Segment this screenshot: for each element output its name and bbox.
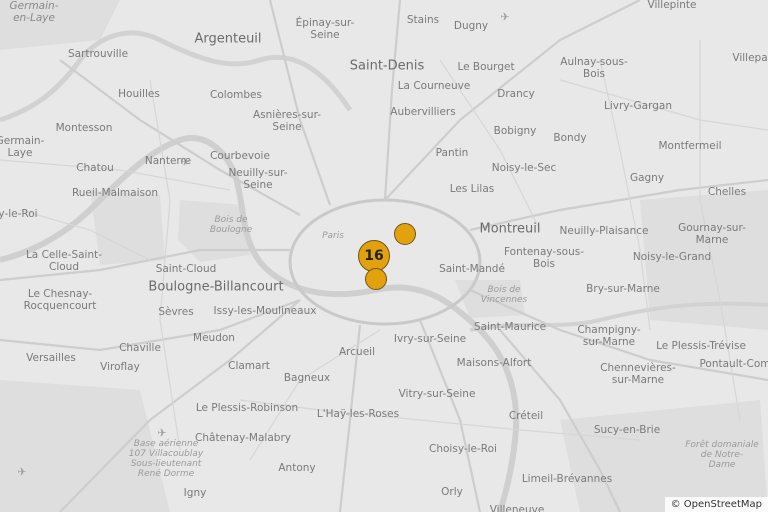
place-label: La Courneuve (397, 80, 471, 92)
airport-icon: ✈ (157, 426, 167, 440)
place-label: Gournay-sur- Marne (678, 222, 746, 246)
place-label: Saint-Maurice (473, 321, 547, 333)
place-label: Bry-sur-Marne (586, 283, 660, 295)
park-label: Bois de Vincennes (480, 285, 528, 305)
place-label: Chelles (707, 186, 747, 198)
place-label: Le Plessis-Robinson (195, 402, 299, 414)
place-label: L'Haÿ-les-Roses (316, 408, 400, 420)
place-label: Colombes (210, 89, 262, 101)
place-label: Courbevoie (210, 150, 270, 162)
place-label: Clamart (228, 360, 270, 372)
place-label: Aulnay-sous- Bois (560, 56, 628, 80)
place-label: Bondy (553, 132, 587, 144)
place-label: Châtenay-Malabry (195, 432, 291, 444)
place-label: y-le-Roi (0, 208, 38, 220)
place-label: Arcueil (339, 346, 375, 358)
place-label: Rueil-Malmaison (71, 187, 159, 199)
place-label: Germain- Laye (0, 135, 45, 159)
place-label: Montfermeil (658, 140, 722, 152)
place-label: Antony (278, 462, 316, 474)
place-label: Limeil-Brévannes (521, 473, 613, 485)
park-label: Bois de Boulogne (209, 215, 253, 235)
place-label: Sucy-en-Brie (593, 424, 661, 436)
cluster-count: 16 (364, 248, 384, 264)
place-label: Montesson (55, 122, 113, 134)
place-label: Sartrouville (67, 48, 129, 60)
place-label: Base aérienne 107 Villacoublay Sous-lieu… (128, 439, 204, 479)
place-label: Maisons-Alfort (456, 357, 532, 369)
place-label: Bagneux (283, 372, 331, 384)
map-marker[interactable] (394, 223, 416, 245)
place-label: Les Lilas (449, 183, 495, 195)
airport-icon: ✈ (500, 10, 510, 24)
place-label: Bobigny (493, 125, 537, 137)
place-label: Livry-Gargan (604, 100, 672, 112)
place-label: Issy-les-Moulineaux (213, 305, 317, 317)
place-label: Champigny- sur-Marne (577, 324, 641, 348)
place-label: Villepinte (647, 0, 697, 11)
place-label: Nanterre (144, 155, 192, 167)
place-label: Boulogne-Billancourt (148, 279, 284, 295)
place-label: Montreuil (479, 221, 541, 237)
place-label: Meudon (193, 332, 235, 344)
place-label: Stains (406, 14, 440, 26)
place-label: Dugny (453, 20, 489, 32)
place-label: Sèvres (158, 306, 194, 318)
place-label: Viroflay (100, 361, 140, 373)
airport-icon: ✈ (17, 465, 27, 479)
place-label: Épinay-sur- Seine (295, 17, 355, 41)
place-label: Fontenay-sous- Bois (503, 246, 585, 270)
place-label: Le Plessis-Trévise (656, 340, 746, 352)
place-label: Créteil (508, 410, 544, 422)
place-label: Argenteuil (194, 31, 262, 47)
forest-label: Forêt domaniale de Notre- Dame (685, 440, 759, 470)
place-label: Noisy-le-Sec (491, 162, 557, 174)
place-label: Pantin (435, 147, 469, 159)
map-canvas[interactable]: ✈ ✈ ✈ ✈ Germain- en-Laye Villepinte Vill… (0, 0, 768, 512)
place-label: Aubervilliers (390, 106, 456, 118)
place-label: Vitry-sur-Seine (398, 388, 476, 400)
place-label: Chatou (76, 162, 114, 174)
place-label: Chaville (119, 342, 161, 354)
place-label: Saint-Mandé (439, 263, 505, 275)
place-label: Le Bourget (457, 61, 515, 73)
place-label: Neuilly-sur- Seine (228, 167, 288, 191)
place-label: Villeneuve (489, 504, 545, 512)
place-label: Germain- en-Laye (9, 0, 59, 24)
place-label: Drancy (497, 88, 535, 100)
place-label: Pontault-Com (699, 358, 768, 370)
place-label: La Celle-Saint- Cloud (25, 249, 103, 273)
place-label: Villepa (732, 52, 768, 64)
map-marker[interactable] (365, 268, 387, 290)
place-label: Neuilly-Plaisance (559, 225, 649, 237)
place-label: Asnières-sur- Seine (252, 109, 322, 133)
place-label: Paris (322, 231, 344, 241)
place-label: Orly (441, 486, 463, 498)
place-label: Saint-Denis (349, 58, 425, 74)
place-label: Saint-Cloud (155, 263, 217, 275)
place-label: Gagny (629, 172, 665, 184)
place-label: Versailles (26, 352, 76, 364)
place-label: Choisy-le-Roi (429, 443, 497, 455)
place-label: Le Chesnay- Rocquencourt (23, 288, 97, 312)
place-label: Chennevières- sur-Marne (600, 362, 676, 386)
place-label: Houilles (118, 88, 160, 100)
place-label: Noisy-le-Grand (632, 251, 712, 263)
map-attribution[interactable]: © OpenStreetMap (664, 497, 768, 512)
place-label: Igny (183, 487, 207, 499)
place-label: Ivry-sur-Seine (393, 333, 467, 345)
